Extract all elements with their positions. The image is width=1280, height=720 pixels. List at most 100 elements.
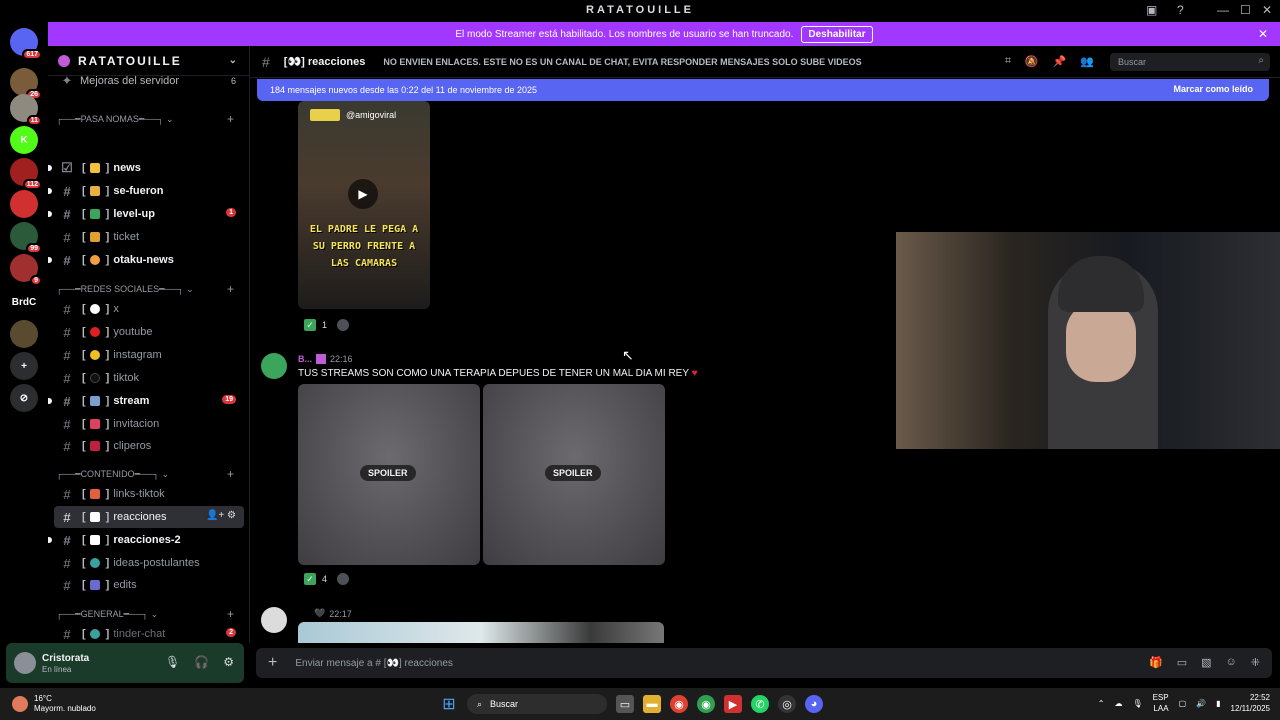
sidebar-item-youtube[interactable]: # [] youtube: [54, 321, 244, 343]
gift-icon[interactable]: 🎁: [1149, 656, 1163, 669]
add-reaction-icon[interactable]: [337, 319, 350, 331]
sidebar-item-instagram[interactable]: # [] instagram: [54, 344, 244, 366]
check-mark-icon: ✓: [304, 573, 316, 585]
close-icon[interactable]: ✕: [1258, 27, 1268, 41]
system-tray: ⌃ ☁ 🎙 ESP LAA ▢ 🔊 ▮ 22:52 12/11/2025: [1098, 692, 1270, 714]
video-attachment[interactable]: @amigoviral ▶ EL PADRE LE PEGA A SU PERR…: [298, 101, 430, 309]
inbox-icon[interactable]: ▣: [1146, 3, 1157, 17]
disable-streamer-button[interactable]: Deshabilitar: [801, 25, 873, 43]
windows-start-icon[interactable]: ⊞: [440, 695, 458, 713]
gif-icon[interactable]: ▭: [1177, 656, 1187, 669]
sidebar-item-reacciones-2[interactable]: # [] reacciones-2: [48, 529, 244, 551]
sidebar-item-otaku-news[interactable]: # [] otaku-news: [48, 249, 244, 271]
avatar[interactable]: [261, 607, 287, 633]
search-input[interactable]: Buscar ⌕: [1110, 53, 1270, 71]
channel-settings-icon[interactable]: 👤+ ⚙: [206, 510, 236, 521]
headphones-icon[interactable]: 🎧: [194, 655, 209, 669]
image-attachment[interactable]: [298, 622, 664, 643]
webcam-overlay: [896, 232, 1280, 449]
volume-icon[interactable]: 🔊: [1196, 699, 1206, 708]
avatar[interactable]: [261, 353, 287, 379]
sidebar-item-ticket[interactable]: # [] ticket: [54, 226, 244, 248]
apps-icon[interactable]: ⁜: [1251, 656, 1260, 669]
channel-topic[interactable]: NO ENVIEN ENLACES. ESTE NO ES UN CANAL D…: [383, 57, 861, 67]
avatar[interactable]: [14, 652, 36, 674]
add-channel-icon[interactable]: +: [227, 467, 234, 481]
whatsapp-icon[interactable]: ✆: [751, 695, 769, 713]
sidebar-item-ideas-postulantes[interactable]: # [] ideas-postulantes: [54, 552, 244, 574]
category-redes-sociales[interactable]: ┌──━ REDES SOCIALES ━──┐ ⌄ +: [56, 281, 242, 297]
server-icon[interactable]: [10, 320, 38, 348]
message-author[interactable]: B...: [298, 354, 312, 364]
member-list-icon[interactable]: 👥: [1080, 55, 1094, 68]
discord-icon[interactable]: ◕: [805, 695, 823, 713]
add-channel-icon[interactable]: +: [227, 282, 234, 296]
play-icon[interactable]: ▶: [348, 179, 378, 209]
chrome-profile-icon[interactable]: ◉: [697, 695, 715, 713]
server-icon[interactable]: K: [10, 126, 38, 154]
task-view-icon[interactable]: ▭: [616, 695, 634, 713]
server-icon[interactable]: [10, 190, 38, 218]
weather-widget[interactable]: 16°C Mayorm. nublado: [12, 694, 96, 714]
sidebar-item-news[interactable]: ☑ [] news: [48, 157, 244, 179]
sticker-icon[interactable]: ▧: [1201, 656, 1211, 669]
chevron-down-icon: ⌄: [228, 55, 239, 66]
sidebar-item-tiktok[interactable]: # [] tiktok: [54, 367, 244, 389]
pin-icon[interactable]: 📌: [1053, 55, 1067, 68]
sidebar-item-edits[interactable]: # [] edits: [54, 574, 244, 596]
obs-icon[interactable]: ◎: [778, 695, 796, 713]
spoiler-image[interactable]: SPOILER: [298, 384, 480, 565]
category-contenido[interactable]: ┌──━ CONTENIDO ━──┐ ⌄ +: [56, 466, 242, 482]
add-reaction-icon[interactable]: [337, 573, 350, 585]
category-pasa-nomas[interactable]: ┌──━ PASA NOMAS ━──┐ ⌄ +: [56, 111, 242, 127]
mark-as-read-button[interactable]: Marcar como leído: [1173, 84, 1253, 94]
add-channel-icon[interactable]: +: [227, 607, 234, 621]
sidebar-item-links-tiktok[interactable]: # [] links-tiktok: [54, 483, 244, 505]
chevron-up-icon[interactable]: ⌃: [1098, 699, 1105, 708]
taskbar-search[interactable]: ⌕ Buscar: [467, 694, 607, 714]
add-attachment-icon[interactable]: +: [268, 654, 277, 672]
gear-icon[interactable]: ⚙: [223, 655, 234, 669]
clock[interactable]: 22:52 12/11/2025: [1231, 692, 1270, 714]
user-panel[interactable]: Cristorata En línea 🎙 🎧 ⚙: [6, 643, 244, 683]
close-window-button[interactable]: ✕: [1262, 3, 1272, 17]
sidebar-item-se-fueron[interactable]: # [] se-fueron: [48, 180, 244, 202]
sidebar-item-invitacion[interactable]: # [] invitacion: [54, 413, 244, 435]
server-icon[interactable]: BrdC: [10, 288, 38, 316]
sidebar-item-tinder-chat[interactable]: # [] tinder-chat 2: [54, 623, 244, 643]
sidebar-item-x[interactable]: # [] x: [54, 298, 244, 320]
hash-icon: #: [63, 438, 71, 454]
emoji-icon[interactable]: ☺: [1226, 656, 1237, 669]
add-channel-icon[interactable]: +: [227, 112, 234, 126]
minimize-button[interactable]: —: [1217, 3, 1229, 17]
reaction-check[interactable]: ✓ 4: [300, 571, 331, 587]
message-composer[interactable]: + Enviar mensaje a # [👀] reacciones 🎁 ▭ …: [256, 648, 1272, 678]
cloud-icon[interactable]: ☁: [1114, 699, 1122, 708]
mic-icon[interactable]: 🎙: [1132, 699, 1142, 708]
file-explorer-icon[interactable]: ▬: [643, 695, 661, 713]
spoiler-image[interactable]: SPOILER: [483, 384, 665, 565]
video-app-icon[interactable]: ▶: [724, 695, 742, 713]
new-messages-bar[interactable]: 184 mensajes nuevos desde las 0:22 del 1…: [257, 79, 1269, 101]
sidebar-item-level-up[interactable]: # [] level-up 1: [48, 203, 244, 225]
server-icon[interactable]: +: [10, 352, 38, 380]
help-icon[interactable]: ?: [1177, 3, 1184, 17]
sidebar-item-boosts[interactable]: ✦ Mejoras del servidor 6: [54, 70, 244, 92]
weather-icon: [12, 696, 28, 712]
category-general[interactable]: ┌──━ GENERAL ━──┐ ⌄ +: [56, 606, 242, 622]
search-icon: ⌕: [477, 698, 483, 709]
network-icon[interactable]: ▢: [1179, 699, 1187, 708]
maximize-button[interactable]: ☐: [1240, 3, 1251, 17]
microphone-icon[interactable]: 🎙: [165, 655, 180, 669]
notification-bell-icon[interactable]: 🔕: [1025, 55, 1039, 68]
chrome-icon[interactable]: ◉: [670, 695, 688, 713]
sidebar-item-cliperos[interactable]: # [] cliperos: [54, 435, 244, 457]
language-indicator[interactable]: ESP LAA: [1153, 692, 1169, 714]
reaction-check[interactable]: ✓ 1: [300, 317, 331, 333]
sidebar-item-reacciones[interactable]: # [] reacciones 👤+ ⚙: [54, 506, 244, 528]
battery-icon[interactable]: ▮: [1216, 699, 1220, 708]
server-icon[interactable]: ⊘: [10, 384, 38, 412]
hash-icon: #: [63, 252, 71, 268]
threads-icon[interactable]: ⌗: [1005, 55, 1011, 68]
sidebar-item-stream[interactable]: # [] stream 19: [48, 390, 244, 412]
